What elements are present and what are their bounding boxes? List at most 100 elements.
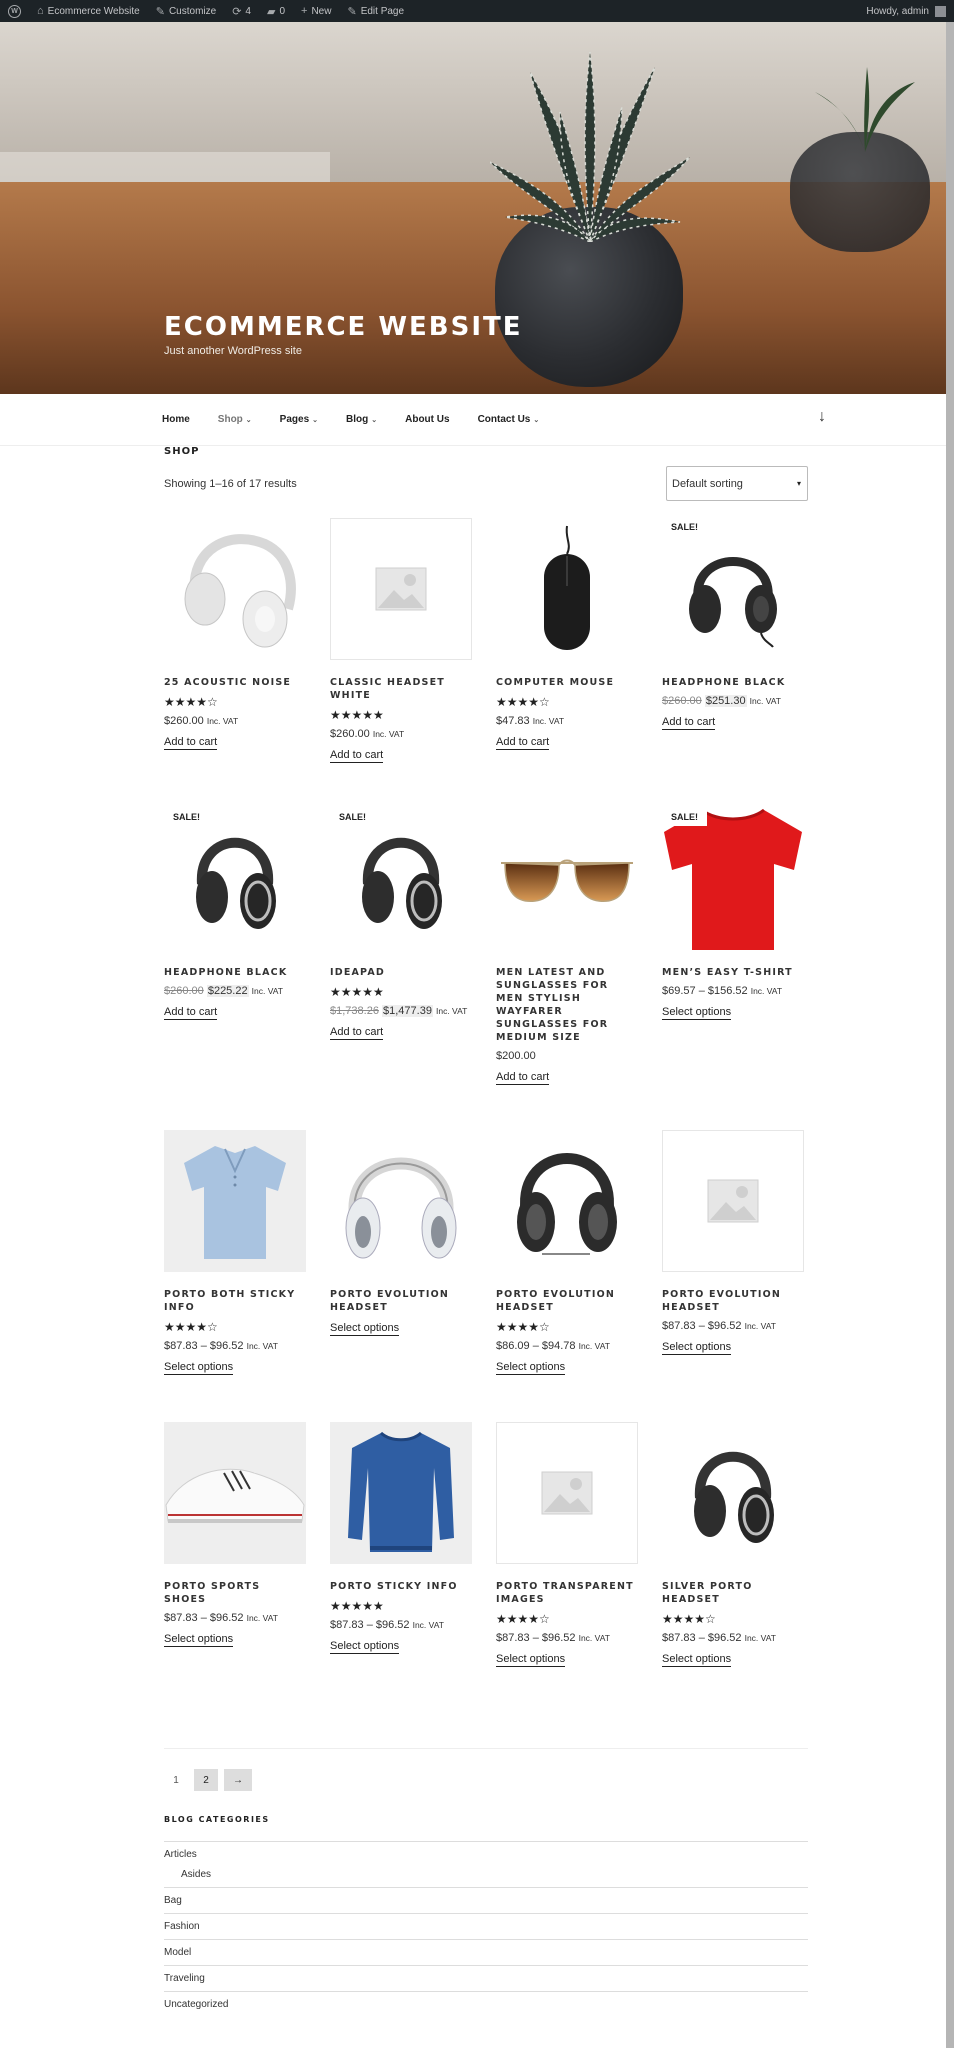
- mouse-image: [544, 525, 590, 650]
- select-options-button[interactable]: Select options: [164, 1361, 234, 1375]
- add-to-cart-button[interactable]: Add to cart: [496, 736, 550, 750]
- my-account[interactable]: Howdy, admin: [866, 5, 954, 17]
- product-title[interactable]: COMPUTER MOUSE: [496, 676, 638, 689]
- nav-contact-us[interactable]: Contact Us ⌄: [478, 414, 540, 425]
- add-to-cart-button[interactable]: Add to cart: [330, 749, 384, 763]
- add-to-cart-button[interactable]: Add to cart: [496, 1071, 550, 1085]
- add-to-cart-button[interactable]: Add to cart: [164, 736, 218, 750]
- product-image[interactable]: SALE!: [330, 808, 472, 950]
- price-amount: $87.83 – $96.52: [164, 1612, 244, 1624]
- product-title[interactable]: PORTO SPORTS SHOES: [164, 1580, 306, 1606]
- product-title[interactable]: MEN LATEST AND SUNGLASSES FOR MEN STYLIS…: [496, 966, 638, 1044]
- next-page-arrow-icon[interactable]: →: [224, 1769, 252, 1791]
- scroll-down-icon[interactable]: ↓: [818, 408, 826, 426]
- category-link[interactable]: Model: [164, 1947, 191, 1958]
- product-card: PORTO EVOLUTION HEADSET ★★★★☆ $86.09 – $…: [496, 1130, 638, 1375]
- scrollbar[interactable]: [946, 22, 954, 2048]
- nav-about-us[interactable]: About Us: [405, 414, 449, 425]
- comments-link[interactable]: ▰ 0: [259, 0, 293, 22]
- category-link[interactable]: Articles: [164, 1849, 197, 1860]
- red-tshirt-image: [664, 808, 802, 950]
- product-image[interactable]: SALE!: [662, 518, 804, 660]
- product-price: $69.57 – $156.52 Inc. VAT: [662, 984, 804, 998]
- category-link[interactable]: Bag: [164, 1895, 182, 1906]
- old-price: $1,738.26: [330, 1005, 379, 1017]
- sorting-select[interactable]: Default sorting ▾: [666, 466, 808, 501]
- product-image[interactable]: [496, 1130, 638, 1272]
- pagination: 1 2 →: [164, 1769, 252, 1791]
- product-image[interactable]: SALE!: [164, 808, 306, 950]
- product-image[interactable]: [496, 808, 638, 950]
- rating-stars: ★★★★★: [330, 708, 384, 722]
- product-card: COMPUTER MOUSE ★★★★☆ $47.83 Inc. VAT Add…: [496, 518, 638, 750]
- product-title[interactable]: 25 ACOUSTIC NOISE: [164, 676, 306, 689]
- select-options-button[interactable]: Select options: [164, 1633, 234, 1647]
- wp-menu[interactable]: W: [0, 0, 29, 22]
- image-placeholder-icon: [541, 1471, 593, 1515]
- product-title[interactable]: SILVER PORTO HEADSET: [662, 1580, 804, 1606]
- product-title[interactable]: PORTO STICKY INFO: [330, 1580, 472, 1593]
- product-image[interactable]: [330, 1130, 472, 1272]
- add-to-cart-button[interactable]: Add to cart: [330, 1026, 384, 1040]
- product-image[interactable]: [164, 518, 306, 660]
- product-title[interactable]: CLASSIC HEADSET WHITE: [330, 676, 472, 702]
- add-to-cart-button[interactable]: Add to cart: [164, 1006, 218, 1020]
- product-image[interactable]: [662, 1422, 804, 1564]
- price-vat: Inc. VAT: [246, 1341, 278, 1351]
- select-options-button[interactable]: Select options: [662, 1653, 732, 1667]
- product-image[interactable]: [330, 1422, 472, 1564]
- product-title[interactable]: PORTO TRANSPARENT IMAGES: [496, 1580, 638, 1606]
- select-options-button[interactable]: Select options: [330, 1640, 400, 1654]
- select-options-button[interactable]: Select options: [330, 1322, 400, 1336]
- product-price: $260.00 Inc. VAT: [164, 714, 306, 728]
- product-title[interactable]: HEADPHONE BLACK: [164, 966, 306, 979]
- add-to-cart-button[interactable]: Add to cart: [662, 716, 716, 730]
- nav-pages[interactable]: Pages ⌄: [280, 414, 318, 425]
- old-price: $260.00: [164, 985, 204, 997]
- price-vat: Inc. VAT: [412, 1620, 444, 1630]
- nav-home-label: Home: [162, 414, 190, 425]
- nav-home[interactable]: Home: [162, 414, 190, 425]
- category-item: Model: [164, 1939, 808, 1965]
- nav-blog[interactable]: Blog ⌄: [346, 414, 377, 425]
- product-title[interactable]: PORTO EVOLUTION HEADSET: [496, 1288, 638, 1314]
- result-count: Showing 1–16 of 17 results: [164, 478, 297, 490]
- site-name-link[interactable]: ⌂ Ecommerce Website: [29, 0, 148, 22]
- product-title[interactable]: HEADPHONE BLACK: [662, 676, 804, 689]
- product-image[interactable]: [164, 1130, 306, 1272]
- product-image[interactable]: SALE!: [662, 808, 804, 950]
- new-content-link[interactable]: + New: [293, 0, 339, 22]
- category-link[interactable]: Fashion: [164, 1921, 200, 1932]
- select-options-button[interactable]: Select options: [496, 1653, 566, 1667]
- updates-link[interactable]: ⟳ 4: [224, 0, 259, 22]
- category-link[interactable]: Traveling: [164, 1973, 205, 1984]
- page-link[interactable]: 2: [194, 1769, 218, 1791]
- sale-price: $225.22: [206, 985, 249, 997]
- product-card: PORTO BOTH STICKY INFO ★★★★☆ $87.83 – $9…: [164, 1130, 306, 1375]
- category-link[interactable]: Asides: [181, 1869, 211, 1880]
- select-options-button[interactable]: Select options: [662, 1006, 732, 1020]
- product-title[interactable]: MEN’S EASY T-SHIRT: [662, 966, 804, 979]
- customize-link[interactable]: ✎ Customize: [148, 0, 224, 22]
- product-image[interactable]: [496, 518, 638, 660]
- nav-shop[interactable]: Shop ⌄: [218, 414, 252, 425]
- product-image[interactable]: [164, 1422, 306, 1564]
- product-title[interactable]: PORTO EVOLUTION HEADSET: [662, 1288, 804, 1314]
- product-image[interactable]: [662, 1130, 804, 1272]
- category-link[interactable]: Uncategorized: [164, 1999, 228, 2010]
- new-label: New: [311, 5, 332, 17]
- edit-page-link[interactable]: ✎ Edit Page: [339, 0, 412, 22]
- select-options-button[interactable]: Select options: [496, 1361, 566, 1375]
- header-hero: ECOMMERCE WEBSITE Just another WordPress…: [0, 22, 946, 394]
- product-title[interactable]: PORTO EVOLUTION HEADSET: [330, 1288, 472, 1314]
- image-placeholder-icon: [375, 567, 427, 611]
- site-title[interactable]: ECOMMERCE WEBSITE: [164, 312, 523, 342]
- product-image[interactable]: [496, 1422, 638, 1564]
- product-image[interactable]: [330, 518, 472, 660]
- product-card: PORTO SPORTS SHOES $87.83 – $96.52 Inc. …: [164, 1422, 306, 1647]
- category-item: Bag: [164, 1887, 808, 1913]
- product-title[interactable]: PORTO BOTH STICKY INFO: [164, 1288, 306, 1314]
- select-options-button[interactable]: Select options: [662, 1341, 732, 1355]
- product-title[interactable]: IDEAPAD: [330, 966, 472, 979]
- price-vat: Inc. VAT: [206, 716, 239, 726]
